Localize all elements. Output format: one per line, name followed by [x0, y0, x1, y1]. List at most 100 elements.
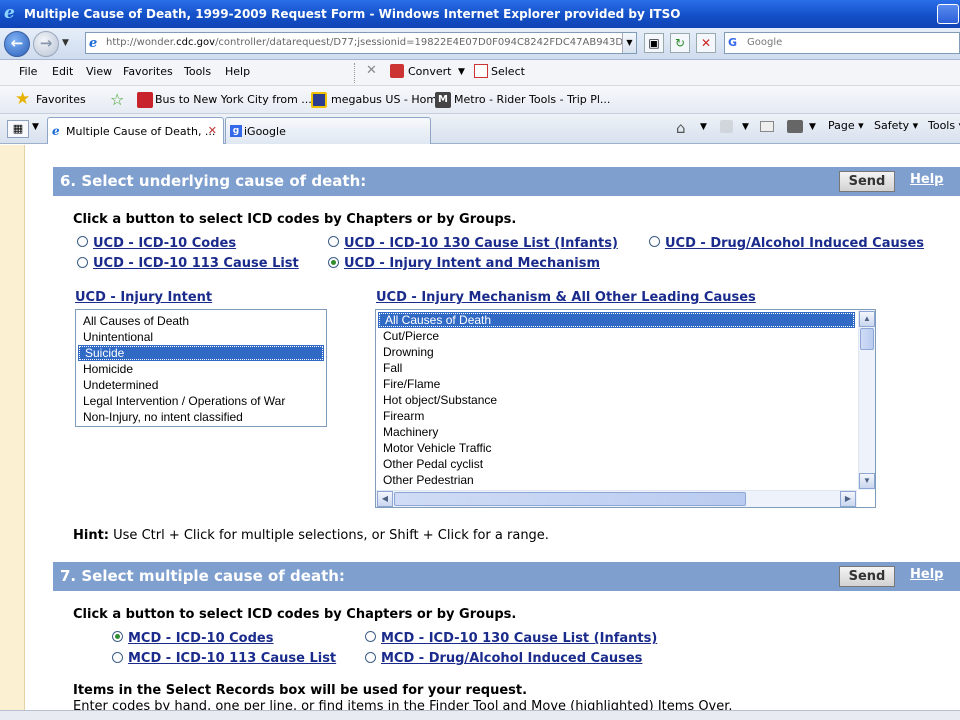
- compatibility-view-icon[interactable]: ▣: [644, 33, 664, 53]
- select-button[interactable]: Select: [491, 65, 525, 78]
- help-link[interactable]: Help: [910, 172, 943, 187]
- link-mcd-icd10-codes[interactable]: MCD - ICD-10 Codes: [128, 631, 273, 646]
- radio-ucd-113-cause-list[interactable]: [77, 257, 88, 268]
- forward-button[interactable]: →: [33, 31, 59, 57]
- mechanism-option[interactable]: Fall: [376, 360, 857, 376]
- radio-ucd-130-cause-list[interactable]: [328, 236, 339, 247]
- link-mcd-drug-alcohol[interactable]: MCD - Drug/Alcohol Induced Causes: [381, 651, 642, 666]
- mechanism-horizontal-scrollbar[interactable]: ◀ ▶: [376, 490, 857, 507]
- close-toolbar-icon[interactable]: ✕: [366, 63, 377, 78]
- add-to-favorites-bar-icon[interactable]: ☆: [110, 90, 124, 109]
- favorite-link-metro[interactable]: Metro - Rider Tools - Trip Pl...: [454, 93, 610, 106]
- toolbar-separator: [354, 63, 355, 83]
- intent-option[interactable]: Homicide: [76, 361, 326, 377]
- radio-mcd-113-cause-list[interactable]: [112, 652, 123, 663]
- favorite-link-megabus[interactable]: megabus US - Home: [331, 93, 444, 106]
- radio-ucd-icd10-codes[interactable]: [77, 236, 88, 247]
- convert-dropdown-icon[interactable]: ▼: [458, 67, 465, 77]
- hint-label: Hint:: [73, 528, 110, 543]
- menu-file[interactable]: File: [19, 65, 37, 78]
- menu-edit[interactable]: Edit: [52, 65, 73, 78]
- scroll-right-icon[interactable]: ▶: [840, 491, 856, 507]
- tab-list-dropdown-icon[interactable]: ▼: [32, 122, 39, 132]
- link-ucd-113-cause-list[interactable]: UCD - ICD-10 113 Cause List: [93, 256, 299, 271]
- intent-option[interactable]: Non-Injury, no intent classified: [76, 409, 326, 425]
- select-tool-icon: [474, 64, 488, 78]
- mechanism-vertical-scrollbar[interactable]: ▲ ▼: [858, 310, 875, 490]
- injury-intent-listbox[interactable]: All Causes of Death Unintentional Suicid…: [75, 309, 327, 427]
- tab-multiple-cause-of-death[interactable]: e Multiple Cause of Death, ... ✕: [47, 117, 224, 144]
- link-mcd-113-cause-list[interactable]: MCD - ICD-10 113 Cause List: [128, 651, 336, 666]
- tab-bar: ▦ ▼ e Multiple Cause of Death, ... ✕ g i…: [0, 114, 960, 144]
- mechanism-option[interactable]: Other Pedestrian: [376, 472, 857, 488]
- link-ucd-drug-alcohol[interactable]: UCD - Drug/Alcohol Induced Causes: [665, 236, 924, 251]
- back-button[interactable]: ←: [4, 31, 30, 57]
- print-dropdown-icon[interactable]: ▼: [809, 122, 816, 132]
- horizontal-scroll-thumb[interactable]: [394, 492, 746, 506]
- search-input[interactable]: Google: [724, 32, 960, 54]
- status-bar: [0, 710, 960, 720]
- favorite-link-bus[interactable]: Bus to New York City from ...: [155, 93, 312, 106]
- safety-menu-label: Safety: [874, 119, 910, 132]
- mechanism-option[interactable]: Fire/Flame: [376, 376, 857, 392]
- radio-mcd-130-cause-list[interactable]: [365, 631, 376, 642]
- safety-menu-button[interactable]: Safety ▾: [874, 119, 918, 132]
- mechanism-option[interactable]: Other Pedal cyclist: [376, 456, 857, 472]
- menu-view[interactable]: View: [86, 65, 112, 78]
- stop-icon[interactable]: ✕: [696, 33, 716, 53]
- tools-menu-button[interactable]: Tools ▾: [928, 119, 960, 132]
- convert-button[interactable]: Convert: [408, 65, 452, 78]
- tab-igoogle[interactable]: g iGoogle: [225, 117, 431, 144]
- mechanism-option[interactable]: Hot object/Substance: [376, 392, 857, 408]
- feeds-dropdown-icon[interactable]: ▼: [742, 122, 749, 132]
- home-icon[interactable]: ⌂: [676, 119, 686, 137]
- mechanism-option-selected[interactable]: All Causes of Death: [378, 312, 855, 328]
- minimize-button[interactable]: [937, 4, 959, 24]
- radio-ucd-injury-intent[interactable]: [328, 257, 339, 268]
- intent-option[interactable]: Legal Intervention / Operations of War: [76, 393, 326, 409]
- menu-help[interactable]: Help: [225, 65, 250, 78]
- read-mail-icon[interactable]: [760, 121, 774, 132]
- tab-label: iGoogle: [244, 125, 286, 138]
- feeds-icon[interactable]: [720, 120, 733, 133]
- mechanism-option[interactable]: Firearm: [376, 408, 857, 424]
- home-dropdown-icon[interactable]: ▼: [700, 122, 707, 132]
- close-tab-icon[interactable]: ✕: [208, 124, 217, 137]
- radio-ucd-drug-alcohol[interactable]: [649, 236, 660, 247]
- page-menu-button[interactable]: Page ▾: [828, 119, 864, 132]
- vertical-scroll-thumb[interactable]: [860, 328, 874, 350]
- print-icon[interactable]: [787, 120, 803, 133]
- intent-option[interactable]: Unintentional: [76, 329, 326, 345]
- link-ucd-icd10-codes[interactable]: UCD - ICD-10 Codes: [93, 236, 236, 251]
- address-bar[interactable]: http://wonder.cdc.gov/controller/datareq…: [85, 32, 637, 54]
- mechanism-option[interactable]: Motor Vehicle Traffic: [376, 440, 857, 456]
- quick-tabs-icon[interactable]: ▦: [7, 120, 29, 138]
- intent-option[interactable]: Undetermined: [76, 377, 326, 393]
- refresh-icon[interactable]: ↻: [670, 33, 690, 53]
- address-dropdown-icon[interactable]: ▼: [622, 33, 636, 53]
- send-button[interactable]: Send: [839, 171, 895, 192]
- mechanism-option[interactable]: Machinery: [376, 424, 857, 440]
- recent-pages-dropdown-icon[interactable]: ▼: [62, 38, 69, 48]
- mechanism-option[interactable]: Drowning: [376, 344, 857, 360]
- help-link[interactable]: Help: [910, 567, 943, 582]
- mechanism-options: All Causes of Death Cut/Pierce Drowning …: [376, 312, 857, 488]
- scroll-left-icon[interactable]: ◀: [377, 491, 393, 507]
- url-path: /controller/datarequest/D77;jsessionid=1…: [215, 37, 624, 48]
- mechanism-option[interactable]: Cut/Pierce: [376, 328, 857, 344]
- enter-codes-note: Enter codes by hand, one per line, or fi…: [73, 699, 733, 710]
- link-ucd-130-cause-list[interactable]: UCD - ICD-10 130 Cause List (Infants): [344, 236, 618, 251]
- radio-mcd-icd10-codes[interactable]: [112, 631, 123, 642]
- menu-tools[interactable]: Tools: [184, 65, 211, 78]
- scroll-up-icon[interactable]: ▲: [859, 311, 875, 327]
- send-button[interactable]: Send: [839, 566, 895, 587]
- favorites-button[interactable]: Favorites: [36, 93, 86, 106]
- intent-option[interactable]: All Causes of Death: [76, 313, 326, 329]
- link-mcd-130-cause-list[interactable]: MCD - ICD-10 130 Cause List (Infants): [381, 631, 657, 646]
- menu-favorites[interactable]: Favorites: [123, 65, 173, 78]
- injury-mechanism-listbox[interactable]: All Causes of Death Cut/Pierce Drowning …: [375, 309, 876, 508]
- link-ucd-injury-intent[interactable]: UCD - Injury Intent and Mechanism: [344, 256, 600, 271]
- radio-mcd-drug-alcohol[interactable]: [365, 652, 376, 663]
- intent-option-selected[interactable]: Suicide: [78, 345, 324, 361]
- scroll-down-icon[interactable]: ▼: [859, 473, 875, 489]
